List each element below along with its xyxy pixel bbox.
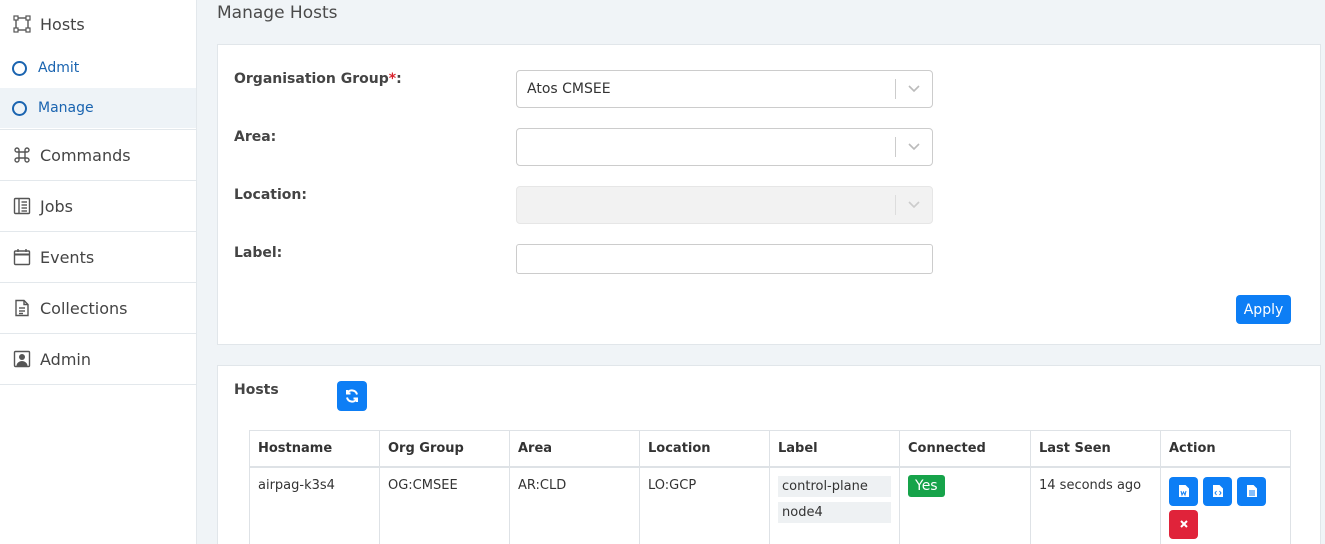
cell-connected: Yes: [899, 466, 1031, 544]
select-separator: [895, 195, 896, 215]
apply-button[interactable]: Apply: [1236, 295, 1291, 324]
sidebar-item-label: Events: [40, 247, 95, 267]
sidebar-item-commands[interactable]: Commands: [0, 130, 196, 181]
page-title: Manage Hosts: [217, 3, 338, 23]
location-select: [516, 186, 933, 224]
column-header-location[interactable]: Location: [639, 430, 770, 468]
sidebar-item-hosts[interactable]: Hosts: [0, 0, 196, 48]
word-document-button[interactable]: [1169, 476, 1198, 506]
cell-last-seen: 14 seconds ago: [1030, 466, 1161, 544]
hosts-submenu: Admit Manage: [0, 48, 196, 130]
sidebar-item-collections[interactable]: Collections: [0, 283, 196, 334]
text-file-icon: [1246, 485, 1257, 497]
hosts-title: Hosts: [234, 382, 279, 398]
area-label: Area:: [234, 129, 277, 145]
code-file-button[interactable]: [1203, 476, 1233, 506]
connected-badge: Yes: [908, 474, 945, 497]
refresh-button[interactable]: [337, 381, 367, 411]
label-input[interactable]: [516, 244, 933, 274]
user-icon: [12, 349, 32, 369]
code-file-icon: [1212, 485, 1223, 497]
circle-icon: [12, 60, 27, 76]
command-icon: [12, 145, 32, 165]
refresh-icon: [344, 388, 360, 404]
location-label: Location:: [234, 187, 307, 203]
text-file-button[interactable]: [1237, 476, 1267, 506]
sidebar-item-label: Jobs: [40, 196, 73, 216]
column-header-label[interactable]: Label: [769, 430, 900, 468]
chevron-down-icon[interactable]: [906, 79, 922, 99]
sidebar-subitem-admit[interactable]: Admit: [0, 48, 196, 88]
hosts-table: Hostname Org Group Area Location Label C…: [249, 430, 1291, 544]
sidebar-subitem-label: Manage: [38, 100, 94, 116]
area-select[interactable]: [516, 128, 933, 166]
sidebar-subitem-label: Admit: [38, 60, 80, 76]
hosts-icon: [12, 14, 32, 34]
select-separator: [895, 137, 896, 157]
document-icon: [12, 298, 32, 318]
cell-location: LO:GCP: [639, 466, 770, 544]
sidebar-item-events[interactable]: Events: [0, 232, 196, 283]
column-header-last-seen[interactable]: Last Seen: [1030, 430, 1161, 468]
cell-hostname: airpag-k3s4: [249, 466, 380, 544]
filter-card: Organisation Group*: Atos CMSEE Area: Lo…: [217, 44, 1321, 345]
column-header-area[interactable]: Area: [509, 430, 640, 468]
chevron-down-icon[interactable]: [906, 137, 922, 157]
label-label: Label:: [234, 245, 283, 261]
column-header-org-group[interactable]: Org Group: [379, 430, 510, 468]
column-header-connected[interactable]: Connected: [899, 430, 1031, 468]
close-icon: [1179, 520, 1188, 528]
cell-org-group: OG:CMSEE: [379, 466, 510, 544]
label-chip: control-plane: [778, 475, 891, 497]
action-buttons: [1169, 476, 1279, 543]
sidebar-item-label: Hosts: [40, 14, 85, 34]
sidebar-item-jobs[interactable]: Jobs: [0, 181, 196, 232]
delete-button[interactable]: [1169, 509, 1198, 539]
sidebar-subitem-manage[interactable]: Manage: [0, 88, 196, 128]
org-group-select[interactable]: Atos CMSEE: [516, 70, 933, 108]
chevron-down-icon: [906, 195, 922, 215]
cell-area: AR:CLD: [509, 466, 640, 544]
sidebar-item-label: Collections: [40, 298, 128, 318]
org-group-value: Atos CMSEE: [527, 81, 611, 97]
hosts-card: Hosts Hostname Org Group Area Location L…: [217, 365, 1321, 544]
sidebar-item-admin[interactable]: Admin: [0, 334, 196, 385]
cell-labels: control-plane node4: [769, 466, 900, 544]
org-group-label: Organisation Group*:: [234, 71, 402, 87]
sidebar-item-label: Commands: [40, 145, 131, 165]
sidebar: Hosts Admit Manage Commands Jobs Events: [0, 0, 197, 544]
circle-icon: [12, 100, 27, 116]
table-header-row: Hostname Org Group Area Location Label C…: [249, 430, 1291, 468]
table-row: airpag-k3s4 OG:CMSEE AR:CLD LO:GCP contr…: [249, 466, 1291, 544]
calendar-icon: [12, 247, 32, 267]
column-header-hostname[interactable]: Hostname: [249, 430, 380, 468]
column-header-action: Action: [1160, 430, 1291, 468]
jobs-icon: [12, 196, 32, 216]
sidebar-item-label: Admin: [40, 349, 91, 369]
word-document-icon: [1178, 485, 1189, 497]
select-separator: [895, 79, 896, 99]
cell-actions: [1160, 466, 1291, 544]
label-chip: node4: [778, 501, 891, 523]
